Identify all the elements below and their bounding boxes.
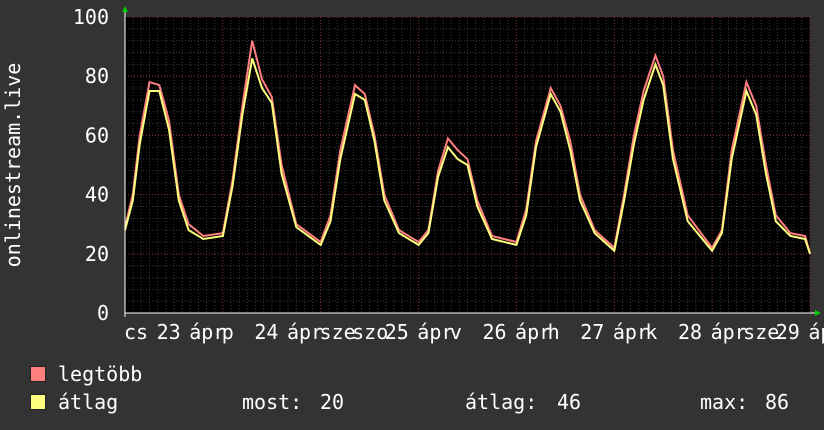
y-axis-label: onlinestream.live [1, 63, 25, 268]
x-tick-label: p [222, 320, 234, 344]
x-tick-label: 27 [580, 320, 604, 344]
x-tick-label: ápr [189, 320, 225, 344]
x-tick-label: 29 [776, 320, 800, 344]
y-tick-labels: 0 20 40 60 80 100 [73, 5, 109, 325]
x-tick-label: ápr [808, 320, 824, 344]
y-tick-label: 20 [85, 242, 109, 266]
most-stat-value: 20 [320, 390, 345, 414]
x-tick-label: ápr [711, 320, 747, 344]
y-tick-label: 0 [97, 301, 109, 325]
x-tick-label: 26 [482, 320, 506, 344]
x-tick-label: k [645, 320, 657, 344]
legend-label: legtöbb [58, 362, 143, 386]
max-stat-label: max: [700, 390, 749, 414]
x-tick-label: ápr [515, 320, 551, 344]
x-tick-label: cs [124, 320, 148, 344]
most-stat-label: most: [242, 390, 303, 414]
x-tick-label: ápr [417, 320, 453, 344]
y-tick-label: 40 [85, 183, 109, 207]
y-tick-label: 60 [85, 123, 109, 147]
atlag-stat-label: átlag: [465, 390, 538, 414]
y-axis-arrow-icon [122, 6, 128, 12]
x-tick-label: 24 [254, 320, 278, 344]
x-tick-labels: cs 23 áprp 24 áprszeszo25 áprv 26 áprh 27 áprk 28 á… [124, 320, 824, 344]
x-tick-label: 23 [157, 320, 181, 344]
y-tick-label: 80 [85, 64, 109, 88]
legend-label: átlag [58, 390, 119, 414]
x-tick-label: 28 [678, 320, 702, 344]
x-tick-label: ápr [287, 320, 323, 344]
atlag-stat-value: 46 [557, 390, 582, 414]
max-stat-value: 86 [765, 390, 790, 414]
legtobb-swatch [30, 366, 46, 382]
x-tick-label: h [548, 320, 560, 344]
y-tick-label: 100 [73, 5, 109, 29]
x-tick-label: sze [320, 320, 356, 344]
x-tick-label: szo [352, 320, 388, 344]
x-tick-label: 25 [385, 320, 409, 344]
atlag-swatch [30, 394, 46, 410]
x-tick-label: v [450, 320, 462, 344]
x-axis-arrow-icon [815, 310, 821, 316]
x-tick-label: ápr [613, 320, 649, 344]
x-tick-label: sze [743, 320, 779, 344]
legend-item-atlag: átlag most: 20 átlag: 46 max: 86 [30, 390, 810, 414]
